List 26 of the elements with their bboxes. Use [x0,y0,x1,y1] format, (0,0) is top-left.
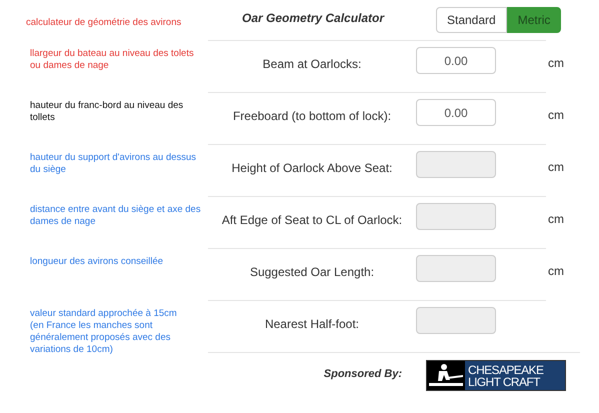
annotation-text: distance entre avant du siège et axe des dames de nage [30,204,202,228]
unit-label: cm [548,56,564,70]
annotation-text: calculateur de géométrie des avirons [26,17,182,28]
unit-label: cm [548,264,564,278]
annotation-text: hauteur du franc-bord au niveau des tollets [30,100,184,124]
annotation-text: hauteur du support d'avirons au dessus du siège [30,152,198,176]
field-label: Suggested Oar Length: [250,265,374,279]
logo-text: LIGHT CRAFT [468,376,542,388]
field-label: Aft Edge of Seat to CL of Oarlock: [222,213,402,227]
annotation-text: llargeur du bateau au niveau des tolets ou dames de nage [30,48,195,72]
annotation-text: longueur des avirons conseillée [30,256,164,268]
unit-toggle-tab[interactable]: Standard [436,7,507,33]
page-title: Oar Geometry Calculator [242,11,384,25]
logo-text: CHESAPEAKE [468,364,544,376]
field-label: Height of Oarlock Above Seat: [232,161,392,175]
unit-label: cm [548,160,564,174]
annotation-text: valeur standard approchée à 15cm (en France les manches sont généralement proposés avec des variations de 10cm) [30,308,178,356]
field-label: Nearest Half-foot: [264,317,360,331]
sponsor-label: Sponsored By: [324,368,402,380]
rower-icon [427,361,465,390]
unit-label: cm [548,108,564,122]
input-field[interactable]: 0.00 [416,99,496,126]
input-field[interactable]: 0.00 [416,47,496,74]
field-label: Beam at Oarlocks: [262,57,362,71]
field-label: Freeboard (to bottom of lock): [232,109,392,123]
unit-label: cm [548,212,564,226]
